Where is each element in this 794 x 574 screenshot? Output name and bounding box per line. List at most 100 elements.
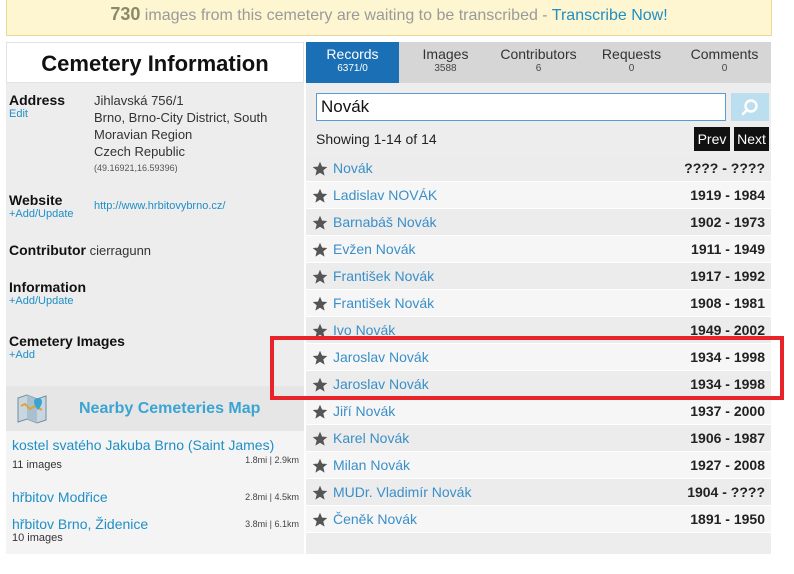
record-name-link[interactable]: Jaroslav Novák [333, 349, 429, 365]
transcribe-banner: 730 images from this cemetery are waitin… [6, 0, 772, 36]
star-icon[interactable] [312, 485, 328, 501]
star-icon[interactable] [312, 161, 328, 177]
tab-count: 6 [535, 63, 542, 74]
tab-count: 0 [721, 63, 728, 74]
star-icon[interactable] [312, 269, 328, 285]
record-name-link[interactable]: Milan Novák [333, 457, 410, 473]
tab-label: Records [326, 46, 379, 62]
nearby-item-distance: 1.8mi | 2.9km [245, 455, 299, 465]
search-button[interactable] [731, 93, 769, 121]
contributor-label: Contributor [9, 242, 86, 258]
tab-label: Images [422, 46, 469, 62]
record-name-link[interactable]: František Novák [333, 268, 434, 284]
tab-images[interactable]: Images 3588 [399, 42, 492, 83]
information-add-link[interactable]: +Add/Update [9, 295, 86, 307]
record-row[interactable]: Ivo Novák 1949 - 2002 [306, 317, 771, 344]
record-dates: 1937 - 2000 [690, 403, 765, 419]
record-dates: 1902 - 1973 [690, 214, 765, 230]
cemetery-images-add-link[interactable]: +Add [9, 349, 125, 361]
information-section: Information +Add/Update [9, 279, 86, 307]
record-row[interactable]: František Novák 1908 - 1981 [306, 290, 771, 317]
star-icon[interactable] [312, 458, 328, 474]
record-row[interactable]: Novák ???? - ???? [306, 155, 771, 182]
record-dates: 1917 - 1992 [690, 268, 765, 284]
website-label: Website [9, 192, 63, 208]
record-name-link[interactable]: Jaroslav Novák [333, 376, 429, 392]
address-section: Address Edit [9, 92, 65, 120]
nearby-item-distance: 3.8mi | 6.1km [245, 519, 299, 529]
nearby-item[interactable]: hřbitov Modřice 2.8mi | 4.5km [12, 489, 302, 505]
star-icon[interactable] [312, 512, 328, 528]
website-url-link[interactable]: http://www.hrbitovybrno.cz/ [94, 200, 225, 212]
record-row[interactable]: Jiří Novák 1937 - 2000 [306, 398, 771, 425]
record-name-link[interactable]: Evžen Novák [333, 241, 415, 257]
address-edit-link[interactable]: Edit [9, 108, 65, 120]
record-dates: 1908 - 1981 [690, 295, 765, 311]
record-row[interactable]: František Novák 1917 - 1992 [306, 263, 771, 290]
cemetery-images-section: Cemetery Images +Add [9, 333, 125, 361]
record-row[interactable]: Čeněk Novák 1891 - 1950 [306, 506, 771, 533]
star-icon[interactable] [312, 242, 328, 258]
prev-button[interactable]: Prev [694, 127, 730, 151]
record-dates: 1934 - 1998 [690, 349, 765, 365]
tab-label: Contributors [500, 46, 577, 62]
record-row[interactable]: Jaroslav Novák 1934 - 1998 [306, 371, 771, 398]
tab-label: Comments [690, 46, 759, 62]
record-row[interactable]: Jaroslav Novák 1934 - 1998 [306, 344, 771, 371]
record-name-link[interactable]: Karel Novák [333, 430, 409, 446]
tab-records[interactable]: Records 6371/0 [306, 42, 399, 83]
nearby-item-name[interactable]: kostel svatého Jakuba Brno (Saint James) [12, 437, 302, 453]
map-icon [17, 394, 47, 424]
record-name-link[interactable]: MUDr. Vladimír Novák [333, 484, 471, 500]
star-icon[interactable] [312, 377, 328, 393]
nearby-item-distance: 2.8mi | 4.5km [245, 492, 299, 502]
banner-count: 730 [110, 4, 141, 24]
record-name-link[interactable]: Ladislav NOVÁK [333, 187, 437, 203]
next-button[interactable]: Next [734, 127, 769, 151]
address-label: Address [9, 92, 66, 108]
record-name-link[interactable]: Ivo Novák [333, 322, 395, 338]
records-panel: Records 6371/0 Images 3588 Contributors 6 R… [306, 42, 771, 554]
address-value: Jihlavská 756/1 Brno, Brno-City District… [94, 92, 267, 177]
tab-contributors[interactable]: Contributors 6 [492, 42, 585, 83]
nearby-item-images: 10 images [12, 532, 63, 544]
tab-requests[interactable]: Requests 0 [585, 42, 678, 83]
search-input[interactable] [316, 93, 726, 121]
cemetery-info-title: Cemetery Information [6, 42, 304, 83]
record-row[interactable]: Karel Novák 1906 - 1987 [306, 425, 771, 452]
record-name-link[interactable]: Barnabáš Novák [333, 214, 437, 230]
address-line1: Jihlavská 756/1 [94, 93, 184, 108]
record-row[interactable]: Ladislav NOVÁK 1919 - 1984 [306, 182, 771, 209]
record-row[interactable]: Barnabáš Novák 1902 - 1973 [306, 209, 771, 236]
record-row[interactable]: MUDr. Vladimír Novák 1904 - ???? [306, 479, 771, 506]
star-icon[interactable] [312, 350, 328, 366]
record-row[interactable]: Milan Novák 1927 - 2008 [306, 452, 771, 479]
record-dates: 1934 - 1998 [690, 376, 765, 392]
record-dates: 1911 - 1949 [691, 241, 765, 257]
record-name-link[interactable]: Čeněk Novák [333, 511, 417, 527]
website-add-link[interactable]: +Add/Update [9, 208, 74, 220]
star-icon[interactable] [312, 215, 328, 231]
nearby-title[interactable]: Nearby Cemeteries Map [79, 400, 260, 418]
record-dates: 1906 - 1987 [690, 430, 765, 446]
address-line2: Brno, Brno-City District, South [94, 110, 268, 125]
record-name-link[interactable]: Novák [333, 160, 373, 176]
nearby-header[interactable]: Nearby Cemeteries Map [6, 386, 304, 431]
record-row[interactable]: Evžen Novák 1911 - 1949 [306, 236, 771, 263]
record-name-link[interactable]: František Novák [333, 295, 434, 311]
record-name-link[interactable]: Jiří Novák [333, 403, 395, 419]
star-icon[interactable] [312, 296, 328, 312]
record-dates: 1919 - 1984 [690, 187, 765, 203]
star-icon[interactable] [312, 188, 328, 204]
record-dates: 1927 - 2008 [690, 457, 765, 473]
star-icon[interactable] [312, 404, 328, 420]
star-icon[interactable] [312, 431, 328, 447]
nearby-item[interactable]: hřbitov Brno, Židenice 3.8mi | 6.1km 10 … [12, 516, 302, 544]
cemetery-info-panel: Cemetery Information Address Edit Jihlav… [6, 42, 304, 554]
tab-label: Requests [601, 46, 662, 62]
nearby-item[interactable]: kostel svatého Jakuba Brno (Saint James)… [12, 437, 302, 471]
tab-comments[interactable]: Comments 0 [678, 42, 771, 83]
star-icon[interactable] [312, 323, 328, 339]
contributor-section: Contributor cierragunn [9, 242, 151, 258]
transcribe-now-link[interactable]: Transcribe Now! [552, 7, 668, 24]
